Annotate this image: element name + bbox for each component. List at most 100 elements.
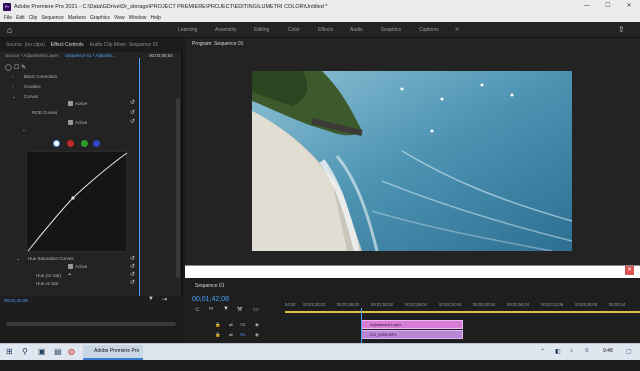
- effect-controls-playhead[interactable]: [139, 58, 140, 296]
- curve-luma-selector[interactable]: [53, 140, 60, 147]
- timeline-timecode[interactable]: 00;01;42;08: [192, 296, 229, 303]
- close-button[interactable]: ✕: [621, 0, 637, 13]
- work-area-bar[interactable]: [285, 311, 640, 313]
- windows-start-icon[interactable]: ⊞: [6, 347, 13, 356]
- workspace-editing[interactable]: Editing: [254, 22, 269, 38]
- rectangle-mask-icon[interactable]: ☐: [14, 65, 21, 71]
- chevron-right-icon[interactable]: ›: [12, 84, 14, 89]
- track-sync-icon[interactable]: ⇄: [229, 322, 233, 328]
- chevron-down-icon[interactable]: ⌄: [12, 94, 16, 100]
- eye-icon[interactable]: ◉: [255, 332, 259, 338]
- menu-help[interactable]: Help: [150, 15, 160, 21]
- workspace-effects[interactable]: Effects: [318, 22, 333, 38]
- language-icon[interactable]: ≡: [585, 348, 589, 354]
- notifications-icon[interactable]: ▢: [626, 348, 632, 355]
- reset-icon[interactable]: ↺: [130, 279, 135, 286]
- curve-point[interactable]: [71, 196, 75, 200]
- reset-icon[interactable]: ↺: [130, 109, 135, 116]
- rgb-curves-label[interactable]: RGB Curves: [32, 110, 57, 115]
- ruler-tick-label: 00;01;36;02: [337, 302, 360, 307]
- menu-window[interactable]: Window: [129, 15, 147, 21]
- close-icon[interactable]: ✕: [625, 266, 634, 275]
- home-icon[interactable]: ⌂: [7, 25, 17, 35]
- track-lock-icon[interactable]: 🔒: [215, 322, 221, 328]
- source-clip-label[interactable]: Source * Adjustment Layer: [5, 53, 58, 58]
- menu-sequence[interactable]: Sequence: [41, 15, 64, 21]
- track-sync-icon[interactable]: ⇄: [229, 332, 233, 338]
- timeline-playhead[interactable]: [361, 308, 362, 343]
- menu-clip[interactable]: Clip: [29, 15, 38, 21]
- wrench-icon[interactable]: ⚒: [237, 306, 242, 313]
- timeline-panel: Sequence 01 00;01;42;08 ⊂ ∞ ▼ ⚒ ▭ 04;02 …: [185, 280, 640, 343]
- hue-vs-sat-label[interactable]: Hue vs Sat: [36, 281, 58, 286]
- search-icon[interactable]: ⚲: [22, 347, 28, 356]
- ellipse-mask-icon[interactable]: ◯: [5, 65, 14, 71]
- volume-icon[interactable]: ♪: [570, 348, 573, 354]
- curve-green-selector[interactable]: [81, 140, 88, 147]
- active-checkbox[interactable]: [68, 120, 73, 125]
- video-preview[interactable]: [252, 71, 572, 251]
- adjustment-layer-clip[interactable]: Adjustment Layer: [361, 320, 463, 329]
- chevron-down-icon[interactable]: ⌄: [16, 256, 20, 262]
- filter-icon[interactable]: ▼: [148, 296, 154, 302]
- marker-icon[interactable]: ▼: [223, 306, 229, 312]
- tray-chevron-icon[interactable]: ⌃: [540, 348, 545, 355]
- active-checkbox[interactable]: [68, 101, 73, 106]
- more-workspaces-icon[interactable]: »: [455, 22, 459, 38]
- chevron-right-icon[interactable]: ›: [12, 74, 14, 79]
- menu-view[interactable]: View: [114, 15, 125, 21]
- active-checkbox[interactable]: [68, 264, 73, 269]
- tab-source[interactable]: Source: (no clips): [6, 42, 45, 48]
- export-frame-icon[interactable]: ⇥: [162, 296, 167, 303]
- reset-icon[interactable]: ↺: [130, 99, 135, 106]
- basic-correction-label[interactable]: Basic Correction: [24, 74, 57, 79]
- reset-icon[interactable]: ↺: [130, 263, 135, 270]
- tab-audio-clip-mixer[interactable]: Audio Clip Mixer: Sequence 01: [90, 42, 159, 48]
- network-icon[interactable]: ◧: [555, 348, 561, 355]
- reset-icon[interactable]: ↺: [130, 255, 135, 262]
- minimize-button[interactable]: —: [579, 0, 595, 13]
- video-clip[interactable]: DJI_0055.MP4: [361, 330, 463, 339]
- curve-blue-selector[interactable]: [93, 140, 100, 147]
- hue-vs-sat-label[interactable]: Hue (vs Sat): [36, 273, 61, 278]
- linked-selection-icon[interactable]: ∞: [209, 306, 213, 312]
- browser-icon[interactable]: ◍: [68, 347, 75, 356]
- menu-file[interactable]: File: [4, 15, 12, 21]
- sequence-clip-label[interactable]: Sequence 01 * Adjustm...: [65, 53, 116, 58]
- menu-graphics[interactable]: Graphics: [90, 15, 110, 21]
- file-explorer-icon[interactable]: ▤: [54, 347, 62, 356]
- horizontal-scrollbar[interactable]: [6, 322, 176, 326]
- workspace-learning[interactable]: Learning: [178, 22, 197, 38]
- workspace-graphics[interactable]: Graphics: [381, 22, 401, 38]
- export-icon[interactable]: ⇪: [618, 25, 625, 34]
- menu-edit[interactable]: Edit: [16, 15, 25, 21]
- track-lock-icon[interactable]: 🔒: [215, 332, 221, 338]
- vertical-scrollbar[interactable]: [176, 98, 180, 278]
- task-view-icon[interactable]: ▣: [38, 347, 46, 356]
- reset-icon[interactable]: ↺: [130, 118, 135, 125]
- rgb-curve-graph[interactable]: [26, 151, 128, 253]
- eyedropper-icon[interactable]: ✒: [68, 272, 72, 278]
- chevron-down-icon[interactable]: ⌄: [22, 127, 26, 133]
- pen-mask-icon[interactable]: ✎: [21, 65, 28, 71]
- workspace-audio[interactable]: Audio: [350, 22, 363, 38]
- menu-markers[interactable]: Markers: [68, 15, 86, 21]
- curves-label[interactable]: Curves: [24, 94, 38, 99]
- left-panel-tabs: Source: (no clips) Effect Controls Audio…: [0, 38, 183, 52]
- workspace-assembly[interactable]: Assembly: [215, 22, 237, 38]
- workspace-captions[interactable]: Captions: [419, 22, 439, 38]
- captions-icon[interactable]: ▭: [253, 306, 259, 313]
- taskbar-clock[interactable]: 9:48: [603, 348, 613, 354]
- creative-label[interactable]: Creative: [24, 84, 41, 89]
- eye-icon[interactable]: ◉: [255, 322, 259, 328]
- tab-effect-controls[interactable]: Effect Controls: [51, 42, 84, 48]
- track-v2-label[interactable]: V2: [240, 322, 246, 327]
- track-v1-label[interactable]: V1: [240, 332, 246, 337]
- snap-icon[interactable]: ⊂: [195, 306, 200, 313]
- curve-red-selector[interactable]: [67, 140, 74, 147]
- workspace-color[interactable]: Color: [288, 22, 300, 38]
- reset-icon[interactable]: ↺: [130, 271, 135, 278]
- hue-saturation-label[interactable]: Hue Saturation Curves: [28, 256, 74, 261]
- maximize-button[interactable]: ☐: [600, 0, 616, 13]
- taskbar-premiere-button[interactable]: Adobe Premiere Pro 2...: [83, 345, 143, 367]
